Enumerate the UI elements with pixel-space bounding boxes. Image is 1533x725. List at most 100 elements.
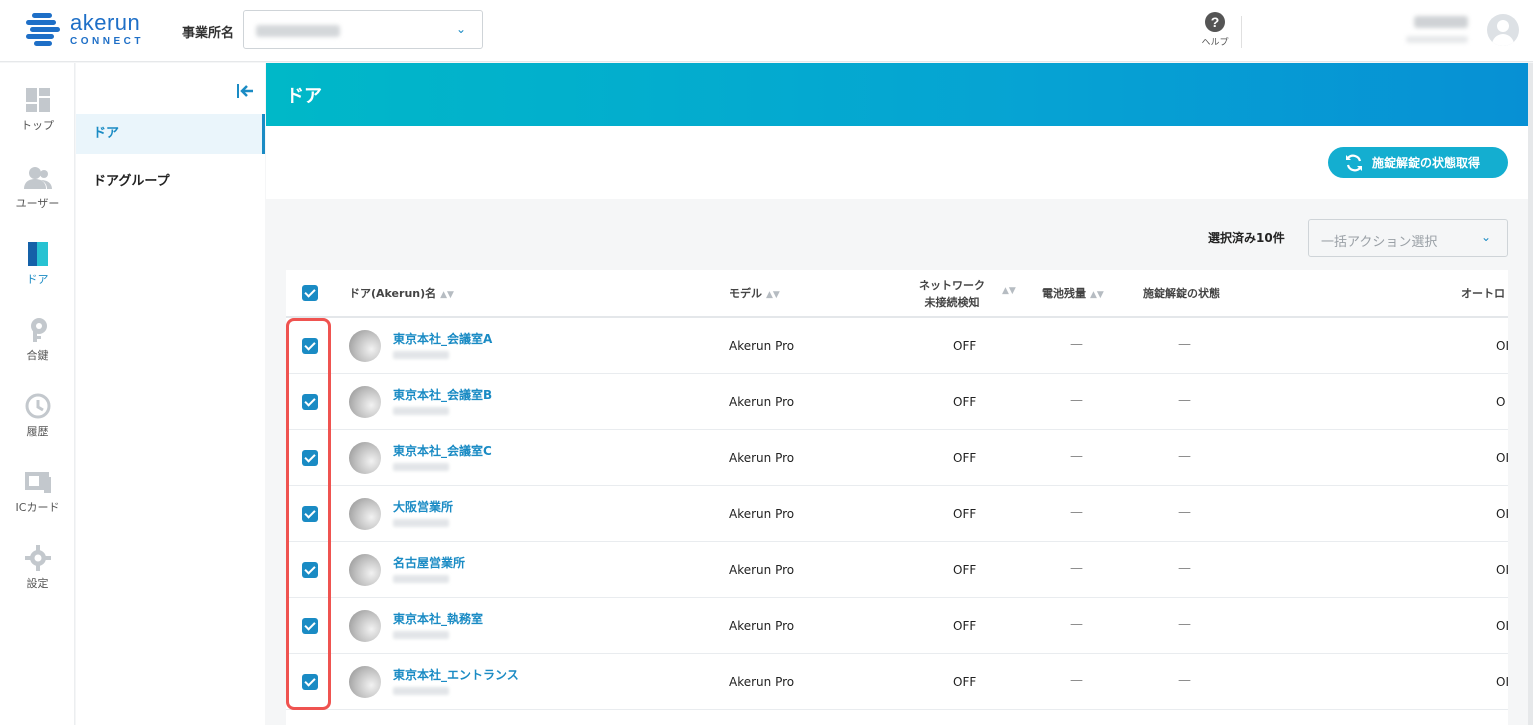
door-sub-redacted [393, 631, 449, 639]
battery-cell: — [1070, 449, 1083, 464]
model-cell: Akerun Pro [729, 339, 795, 353]
header-auto-lock: オートロ [1461, 287, 1505, 300]
table-row[interactable]: 東京本社_エントランス Akerun Pro OFF — — OI [286, 654, 1508, 710]
akerun-logo[interactable]: akerun CONNECT [24, 11, 144, 47]
refresh-icon [1346, 154, 1362, 171]
door-name-link[interactable]: 名古屋営業所 [393, 554, 465, 571]
office-label: 事業所名 [182, 26, 235, 41]
lock-state-cell: — [1178, 673, 1191, 688]
door-image [349, 610, 381, 642]
header-battery[interactable]: 電池残量 ▲▼ [1042, 285, 1104, 301]
auto-lock-cell: OI [1496, 619, 1508, 633]
network-cell: OFF [953, 507, 977, 521]
battery-cell: — [1070, 505, 1083, 520]
lock-state-cell: — [1178, 449, 1191, 464]
network-cell: OFF [953, 675, 977, 689]
selected-count: 選択済み10件 [1208, 231, 1285, 245]
door-name-link[interactable]: 東京本社_会議室C [393, 442, 492, 459]
door-sub-redacted [393, 575, 449, 583]
door-name-link[interactable]: 東京本社_執務室 [393, 610, 483, 627]
door-image [349, 330, 381, 362]
door-name-link[interactable]: 東京本社_会議室B [393, 386, 492, 403]
logo-word: akerun [70, 9, 141, 35]
auto-lock-cell: OI [1496, 507, 1508, 521]
door-image [349, 442, 381, 474]
network-cell: OFF [953, 619, 977, 633]
subnav-item-door[interactable]: ドア [76, 114, 265, 154]
subnav-item-door-group[interactable]: ドアグループ [76, 162, 265, 202]
fetch-lock-status-label: 施錠解錠の状態取得 [1372, 156, 1481, 170]
model-cell: Akerun Pro [729, 675, 795, 689]
table-row[interactable]: 大阪営業所 Akerun Pro OFF — — OI [286, 486, 1508, 542]
network-cell: OFF [953, 451, 977, 465]
sub-nav: ドア ドアグループ [76, 63, 265, 725]
door-name-link[interactable]: 東京本社_エントランス [393, 666, 519, 683]
office-select[interactable]: ⌄ [243, 10, 483, 49]
nav-item-keys[interactable]: 合鍵 [0, 317, 75, 387]
main-content: ドア 施錠解錠の状態取得 選択済み10件 一括アクション選択 ⌄ ドア(Aker… [266, 63, 1533, 725]
nav-item-settings[interactable]: 設定 [0, 545, 75, 615]
door-name-link[interactable]: 大阪営業所 [393, 498, 453, 515]
header-network[interactable]: ネットワーク 未接続検知 [919, 277, 985, 311]
user-name-redacted [1414, 16, 1468, 28]
door-image [349, 498, 381, 530]
help-button[interactable]: ? ヘルプ [1198, 12, 1232, 48]
fetch-lock-status-button[interactable]: 施錠解錠の状態取得 [1328, 147, 1508, 178]
nav-item-history[interactable]: 履歴 [0, 393, 75, 463]
nav-label: 履歴 [26, 425, 49, 438]
bulk-action-select[interactable]: 一括アクション選択 ⌄ [1308, 219, 1508, 257]
table-row[interactable]: 東京本社_執務室 Akerun Pro OFF — — OI [286, 598, 1508, 654]
nav-item-top[interactable]: トップ [0, 87, 75, 157]
door-sub-redacted [393, 351, 449, 359]
nav-item-door[interactable]: ドア [0, 241, 75, 311]
table-row[interactable]: 東京本社_会議室C Akerun Pro OFF — — OI [286, 430, 1508, 486]
page-title: ドア [286, 86, 322, 107]
table-header: ドア(Akerun)名 ▲▼ モデル ▲▼ ネットワーク 未接続検知 ▲▼ 電池残量 ▲… [286, 270, 1508, 318]
auto-lock-cell: OI [1496, 339, 1508, 353]
user-email-redacted [1406, 36, 1468, 43]
door-sub-redacted [393, 463, 449, 471]
battery-cell: — [1070, 617, 1083, 632]
chevron-down-icon: ⌄ [455, 22, 466, 36]
model-cell: Akerun Pro [729, 507, 795, 521]
nav-item-ic-card[interactable]: ICカード [0, 469, 75, 539]
nav-label: ドア [26, 273, 49, 286]
door-table: ドア(Akerun)名 ▲▼ モデル ▲▼ ネットワーク 未接続検知 ▲▼ 電池残量 ▲… [286, 270, 1508, 725]
table-row[interactable]: 名古屋営業所 Akerun Pro OFF — — OI [286, 542, 1508, 598]
ic-card-icon [24, 472, 51, 493]
key-icon [30, 318, 47, 342]
office-name-redacted [256, 25, 340, 37]
auto-lock-cell: OI [1496, 675, 1508, 689]
header-model[interactable]: モデル ▲▼ [729, 285, 780, 301]
network-cell: OFF [953, 563, 977, 577]
door-sub-redacted [393, 687, 449, 695]
sort-icon: ▲▼ [1090, 290, 1104, 300]
select-all-checkbox[interactable] [302, 285, 318, 301]
door-sub-redacted [393, 407, 449, 415]
header-lock-state: 施錠解錠の状態 [1143, 287, 1220, 300]
gear-icon [24, 545, 51, 571]
nav-label: 設定 [26, 577, 49, 590]
auto-lock-cell: O [1496, 395, 1506, 409]
battery-cell: — [1070, 561, 1083, 576]
model-cell: Akerun Pro [729, 451, 795, 465]
page-scrollbar[interactable] [1528, 63, 1533, 725]
network-cell: OFF [953, 395, 977, 409]
door-image [349, 666, 381, 698]
bulk-action-placeholder: 一括アクション選択 [1321, 235, 1438, 250]
help-icon: ? [1205, 12, 1225, 32]
collapse-sidebar-icon[interactable] [236, 83, 256, 99]
checkbox-highlight-box [286, 318, 331, 710]
door-icon [27, 242, 48, 266]
header-divider [1241, 16, 1242, 48]
door-name-link[interactable]: 東京本社_会議室A [393, 330, 492, 347]
table-row[interactable]: 東京本社_会議室B Akerun Pro OFF — — O [286, 374, 1508, 430]
sort-icon[interactable]: ▲▼ [1002, 286, 1016, 296]
nav-label: 合鍵 [26, 349, 49, 362]
header-door-name[interactable]: ドア(Akerun)名 ▲▼ [349, 285, 454, 301]
nav-item-users[interactable]: ユーザー [0, 165, 75, 235]
sort-icon: ▲▼ [766, 290, 780, 300]
avatar[interactable] [1487, 14, 1519, 46]
table-row[interactable]: 東京本社_会議室A Akerun Pro OFF — — OI [286, 318, 1508, 374]
lock-state-cell: — [1178, 337, 1191, 352]
